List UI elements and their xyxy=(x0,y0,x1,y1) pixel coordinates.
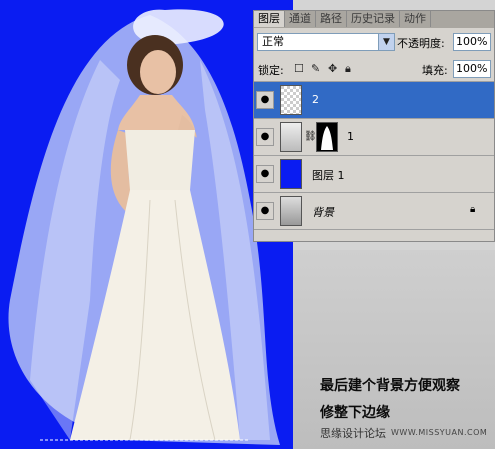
brush-icon[interactable]: ✎ xyxy=(311,62,320,75)
tab-paths[interactable]: 路径 xyxy=(316,11,347,27)
caption-line-1: 最后建个背景方便观察 xyxy=(320,378,460,394)
lock-icon[interactable]: 🔒︎ xyxy=(345,62,351,76)
tab-channels[interactable]: 通道 xyxy=(285,11,316,27)
fill-label: 填充: xyxy=(422,64,448,77)
layer-thumbnail xyxy=(280,122,302,152)
layer-name[interactable]: 图层 1 xyxy=(312,167,345,183)
layer-mask-thumbnail[interactable] xyxy=(316,122,338,152)
layer-row[interactable]: ● ⛓ 1 xyxy=(254,119,494,156)
layer-name[interactable]: 2 xyxy=(312,93,319,106)
eye-icon[interactable]: ● xyxy=(256,165,274,183)
layer-thumbnail xyxy=(280,196,302,226)
layer-name[interactable]: 背景 xyxy=(312,204,334,220)
chain-link-icon: ⛓ xyxy=(304,131,317,142)
eye-icon[interactable]: ● xyxy=(256,202,274,220)
eye-icon[interactable]: ● xyxy=(256,128,274,146)
opacity-input[interactable]: 100% xyxy=(453,33,491,51)
move-icon[interactable]: ✥ xyxy=(328,62,337,75)
layer-thumbnail xyxy=(280,159,302,189)
layer-thumbnail xyxy=(280,85,302,115)
layers-panel: 图层 通道 路径 历史记录 动作 正常 ▼ 不透明度: 100% 锁定: ☐ ✎… xyxy=(253,10,495,242)
eye-icon[interactable]: ● xyxy=(256,91,274,109)
lock-label: 锁定: xyxy=(258,64,284,77)
chevron-down-icon[interactable]: ▼ xyxy=(378,34,394,50)
blend-mode-select[interactable]: 正常 ▼ xyxy=(257,33,395,51)
lock-icon: 🔒︎ xyxy=(470,204,476,215)
lock-transparency-icon[interactable]: ☐ xyxy=(294,62,304,75)
panel-tabs: 图层 通道 路径 历史记录 动作 xyxy=(254,11,494,28)
layer-row[interactable]: ● 背景 🔒︎ xyxy=(254,193,494,230)
blend-row: 正常 ▼ 不透明度: 100% xyxy=(254,32,494,54)
watermark-url: WWW.MISSYUAN.COM xyxy=(391,428,488,437)
tab-actions[interactable]: 动作 xyxy=(400,11,431,27)
bride-image xyxy=(8,9,281,445)
blend-mode-value: 正常 xyxy=(262,35,284,48)
tab-layers[interactable]: 图层 xyxy=(254,11,285,27)
layer-row[interactable]: ● 2 xyxy=(254,82,494,119)
lock-row: 锁定: ☐ ✎ ✥ 🔒︎ 填充: 100% xyxy=(254,59,494,82)
opacity-label: 不透明度: xyxy=(397,37,445,50)
watermark-text: 思缘设计论坛 xyxy=(320,427,386,440)
layer-name[interactable]: 1 xyxy=(347,130,354,143)
tab-history[interactable]: 历史记录 xyxy=(347,11,400,27)
document-canvas[interactable] xyxy=(0,0,293,449)
fill-input[interactable]: 100% xyxy=(453,60,491,78)
layer-row[interactable]: ● 图层 1 xyxy=(254,156,494,193)
caption-line-2: 修整下边缘 xyxy=(320,405,390,421)
